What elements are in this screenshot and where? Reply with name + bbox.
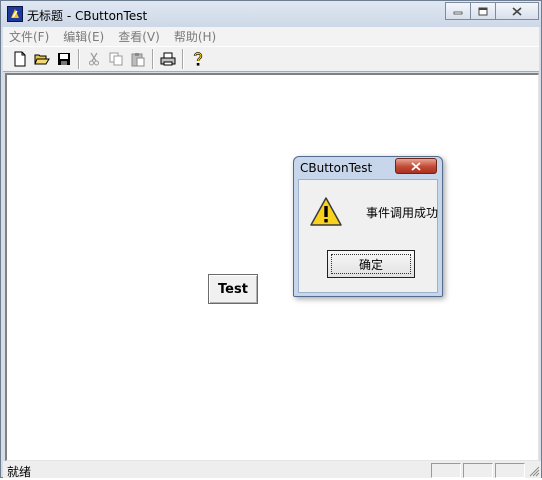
minimize-icon [453,11,463,15]
paste-button[interactable] [127,48,149,70]
dialog-message: 事件调用成功 [366,206,439,220]
maximize-icon [478,7,488,15]
cut-icon [89,52,99,66]
title-bar[interactable]: 无标题 - CButtonTest [1,1,541,27]
cut-button[interactable] [83,48,105,70]
help-icon [193,52,203,66]
dialog-title: CButtonTest [300,161,373,175]
document-view[interactable]: Test [5,73,539,461]
menu-edit[interactable]: 编辑(E) [63,28,104,45]
minimize-button[interactable] [445,2,471,20]
status-panel [463,463,493,478]
menu-bar: 文件(F) 编辑(E) 查看(V) 帮助(H) [3,27,539,46]
toolbar [3,46,539,72]
app-icon[interactable] [7,6,23,22]
test-button[interactable]: Test [208,274,258,304]
resize-grip-icon[interactable] [528,465,540,477]
status-text: 就绪 [7,465,32,479]
toolbar-separator [152,49,154,69]
close-button[interactable] [495,2,539,20]
save-icon [58,53,70,65]
new-file-icon [14,51,26,67]
copy-icon [109,52,122,66]
copy-button[interactable] [105,48,127,70]
paste-icon [131,52,145,66]
print-icon [160,52,176,66]
dialog-close-button[interactable] [395,158,437,174]
status-bar: 就绪 [3,461,541,479]
ok-button[interactable]: 确定 [327,250,415,278]
close-icon [411,161,421,171]
dialog-body: 事件调用成功 确定 [298,179,438,293]
toolbar-separator [78,49,80,69]
window-controls [445,2,539,21]
menu-view[interactable]: 查看(V) [118,28,160,45]
main-window: 无标题 - CButtonTest 文件(F) 编辑(E) 查看(V) 帮助(H… [0,0,542,479]
save-button[interactable] [53,48,75,70]
window-title: 无标题 - CButtonTest [27,9,148,23]
message-dialog: CButtonTest 事件调用成功 确定 [293,156,443,297]
menu-file[interactable]: 文件(F) [9,28,49,45]
new-file-button[interactable] [9,48,31,70]
menu-help[interactable]: 帮助(H) [174,28,216,45]
warning-icon [310,197,342,226]
help-button[interactable] [187,48,209,70]
status-panel [495,463,525,478]
open-folder-icon [34,54,50,65]
toolbar-separator [182,49,184,69]
open-button[interactable] [31,48,53,70]
maximize-button[interactable] [470,2,496,20]
ok-button-label: 确定 [331,254,411,274]
print-button[interactable] [157,48,179,70]
status-panel [431,463,461,478]
close-icon [512,6,522,16]
